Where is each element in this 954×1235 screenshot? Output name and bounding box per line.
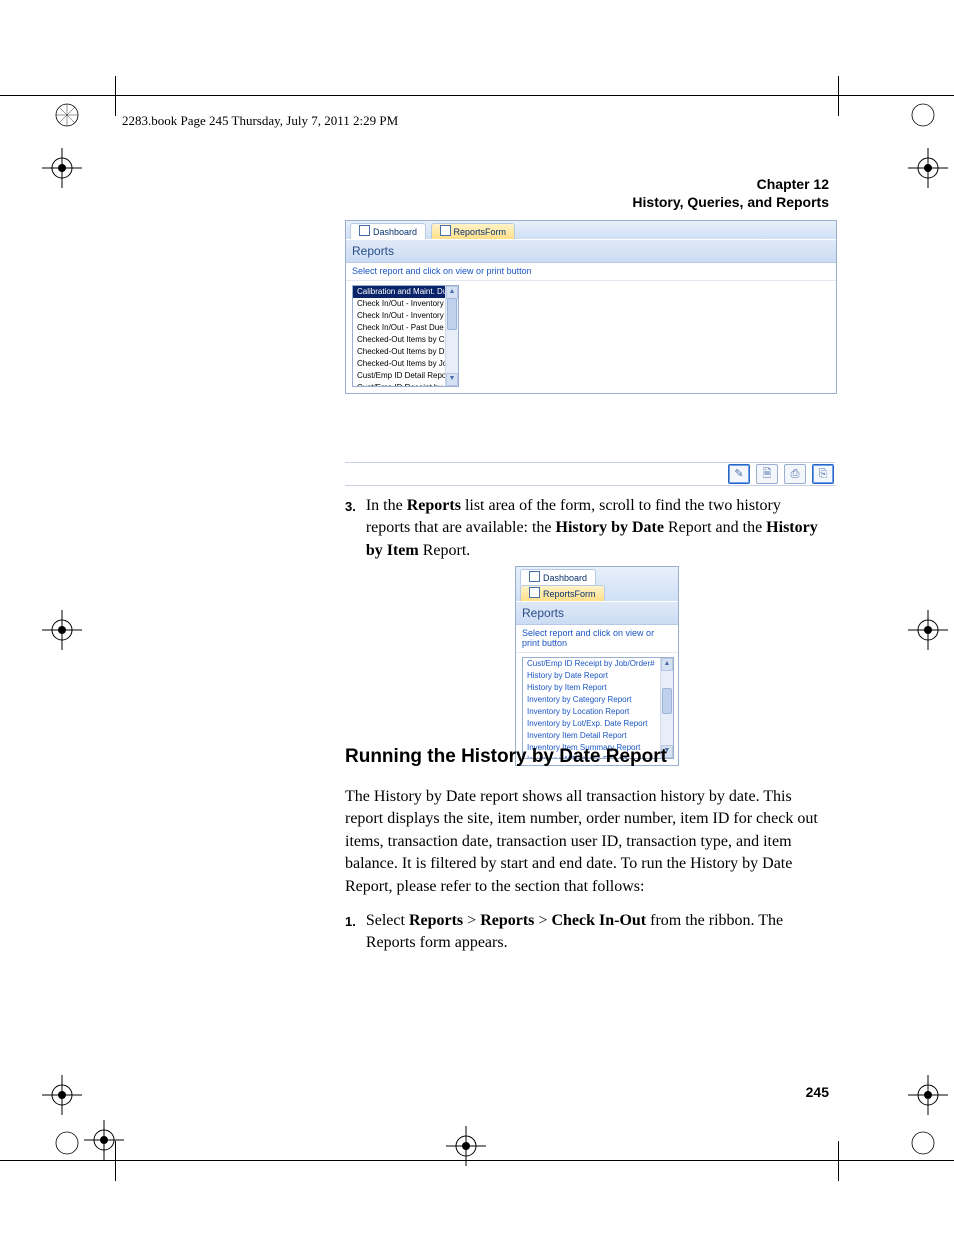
tab-dashboard[interactable]: Dashboard (350, 223, 426, 239)
list-item[interactable]: Check In/Out - Inventory Summary (353, 310, 458, 322)
exit-icon: ⎘ (819, 468, 828, 480)
chapter-title: History, Queries, and Reports (632, 193, 829, 211)
scrollbar[interactable]: ▲ ▼ (445, 286, 458, 386)
registration-mark-icon (908, 148, 948, 188)
registration-mark-icon (908, 1075, 948, 1115)
tab-reportsform[interactable]: ReportsForm (431, 223, 516, 239)
list-item[interactable]: Cust/Emp ID Receipt by Job/Order# (523, 658, 673, 670)
reports-listbox[interactable]: Calibration and Maint. Due Report Check … (352, 285, 459, 387)
page-number: 245 (806, 1084, 829, 1100)
registration-mark-icon (42, 1075, 82, 1115)
section-heading: Running the History by Date Report (345, 746, 829, 768)
list-item[interactable]: History by Date Report (523, 670, 673, 682)
chapter-header: Chapter 12 History, Queries, and Reports (632, 175, 829, 211)
list-item[interactable]: Calibration and Maint. Due Report (353, 286, 458, 298)
drill-hole-icon (54, 1130, 80, 1156)
scroll-thumb[interactable] (447, 298, 457, 330)
scroll-down-icon[interactable]: ▼ (446, 373, 458, 386)
reports-listbox[interactable]: Cust/Emp ID Receipt by Job/Order# Histor… (522, 657, 674, 759)
tab-icon (359, 225, 370, 236)
section-paragraph: The History by Date report shows all tra… (345, 786, 829, 898)
pencil-icon: ✎ (734, 468, 743, 480)
form-title: Reports (346, 239, 836, 263)
drill-hole-icon (54, 102, 80, 128)
step-1: 1. Select Reports > Reports > Check In-O… (345, 910, 829, 955)
list-item[interactable]: Cust/Emp ID Receipt by Job/Order# (353, 382, 458, 387)
list-item[interactable]: Inventory by Location Report (523, 706, 673, 718)
list-item[interactable]: Checked-Out Items by Job/Order # (353, 358, 458, 370)
section-running-history-by-date: Running the History by Date Report The H… (345, 746, 829, 967)
registration-mark-icon (908, 610, 948, 650)
step-number: 3. (345, 498, 356, 562)
form-hint: Select report and click on view or print… (516, 625, 678, 653)
list-item[interactable]: Inventory by Category Report (523, 694, 673, 706)
tab-dashboard[interactable]: Dashboard (520, 569, 596, 585)
scroll-up-icon[interactable]: ▲ (661, 658, 673, 671)
scrollbar[interactable]: ▲ ▼ (660, 658, 673, 758)
list-item[interactable]: History by Item Report (523, 682, 673, 694)
list-item[interactable]: Cust/Emp ID Detail Report (353, 370, 458, 382)
list-item[interactable]: Inventory Item Detail Report (523, 730, 673, 742)
list-item[interactable]: Check In/Out - Past Due Report (353, 322, 458, 334)
step-number: 1. (345, 913, 356, 955)
printer-icon: ⎙ (791, 468, 800, 480)
drill-hole-icon (910, 1130, 936, 1156)
registration-mark-icon (446, 1126, 486, 1166)
form-hint: Select report and click on view or print… (346, 263, 836, 281)
exit-button[interactable]: ⎘ (812, 464, 834, 484)
registration-mark-icon (42, 610, 82, 650)
form-title: Reports (516, 601, 678, 625)
registration-mark-icon (42, 148, 82, 188)
list-item[interactable]: Inventory by Lot/Exp. Date Report (523, 718, 673, 730)
preview-report-button[interactable]: 🗎 (756, 464, 778, 484)
step-text: Select Reports > Reports > Check In-Out … (366, 910, 829, 955)
page-icon: 🗎 (763, 468, 772, 480)
page: 2283.book Page 245 Thursday, July 7, 201… (0, 0, 954, 1235)
registration-mark-icon (84, 1120, 124, 1160)
app-tab-strip: Dashboard ReportsForm (516, 567, 678, 601)
reports-form-screenshot-2: Dashboard ReportsForm Reports Select rep… (515, 566, 679, 766)
report-toolbar: ✎ 🗎 ⎙ ⎘ (345, 462, 835, 486)
list-item[interactable]: Check In/Out - Inventory Details (353, 298, 458, 310)
chapter-number: Chapter 12 (632, 175, 829, 193)
step-3: 3. In the Reports list area of the form,… (345, 495, 829, 562)
print-report-button[interactable]: ⎙ (784, 464, 806, 484)
scroll-thumb[interactable] (662, 688, 672, 714)
crop-marks-top (0, 95, 954, 96)
tab-reportsform[interactable]: ReportsForm (520, 585, 605, 601)
tab-icon (440, 225, 451, 236)
tab-icon (529, 571, 540, 582)
app-tab-strip: Dashboard ReportsForm (346, 221, 836, 239)
list-item[interactable]: Checked-Out Items by Department (353, 346, 458, 358)
tab-icon (529, 587, 540, 598)
step-text: In the Reports list area of the form, sc… (366, 495, 829, 562)
edit-report-button[interactable]: ✎ (728, 464, 750, 484)
drill-hole-icon (910, 102, 936, 128)
reports-form-screenshot-1: Dashboard ReportsForm Reports Select rep… (345, 220, 837, 394)
print-header: 2283.book Page 245 Thursday, July 7, 201… (122, 113, 398, 129)
list-item[interactable]: Checked-Out Items by Cust/Emp ID (353, 334, 458, 346)
